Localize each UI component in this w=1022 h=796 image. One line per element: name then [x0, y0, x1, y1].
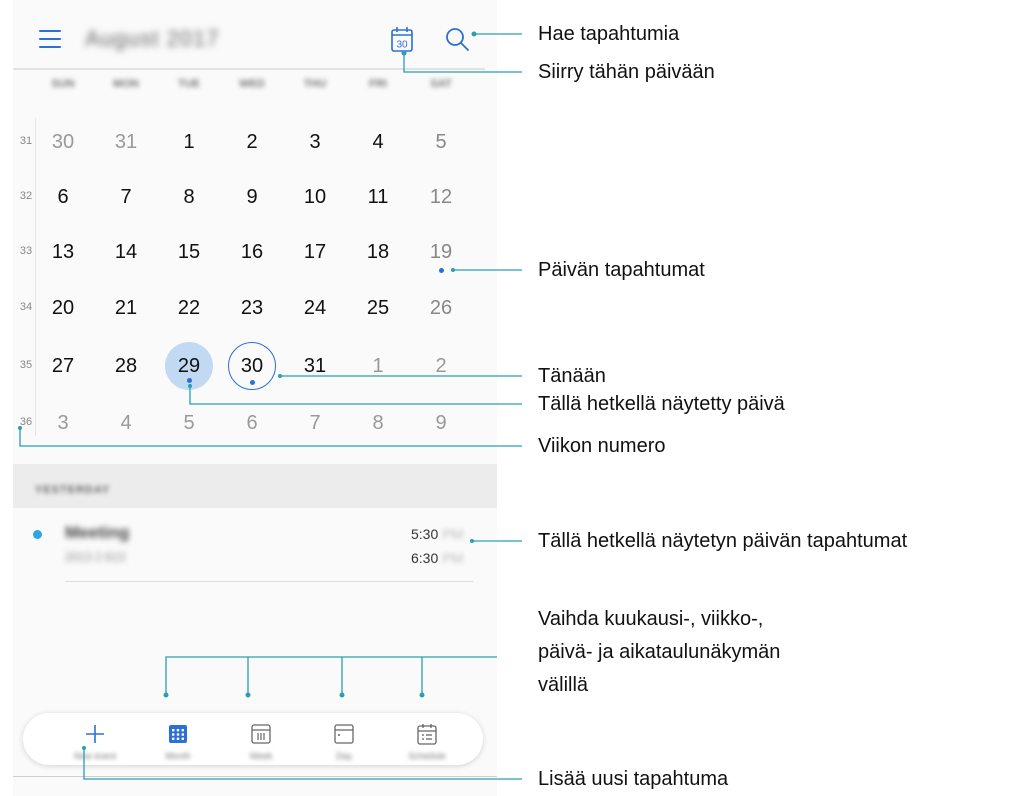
callout-week-number: Viikon numero — [538, 435, 666, 457]
callout-day-events: Päivän tapahtumat — [538, 259, 705, 281]
callout-selected-day: Tällä hetkellä näytetty päivä — [538, 393, 785, 415]
callout-add-event: Lisää uusi tapahtuma — [538, 768, 729, 790]
callout-lines — [18, 31, 522, 780]
callout-switch-views-line2: päivä- ja aikataulunäkymän — [538, 641, 781, 663]
callout-search: Hae tapahtumia — [538, 23, 680, 45]
callout-today: Tänään — [538, 365, 606, 387]
callout-selected-day-events: Tällä hetkellä näytetyn päivän tapahtuma… — [538, 530, 908, 552]
callout-switch-views-line1: Vaihda kuukausi-, viikko-, — [538, 608, 764, 630]
callout-today-button: Siirry tähän päivään — [538, 61, 715, 83]
callout-switch-views-line3: välillä — [538, 674, 589, 696]
